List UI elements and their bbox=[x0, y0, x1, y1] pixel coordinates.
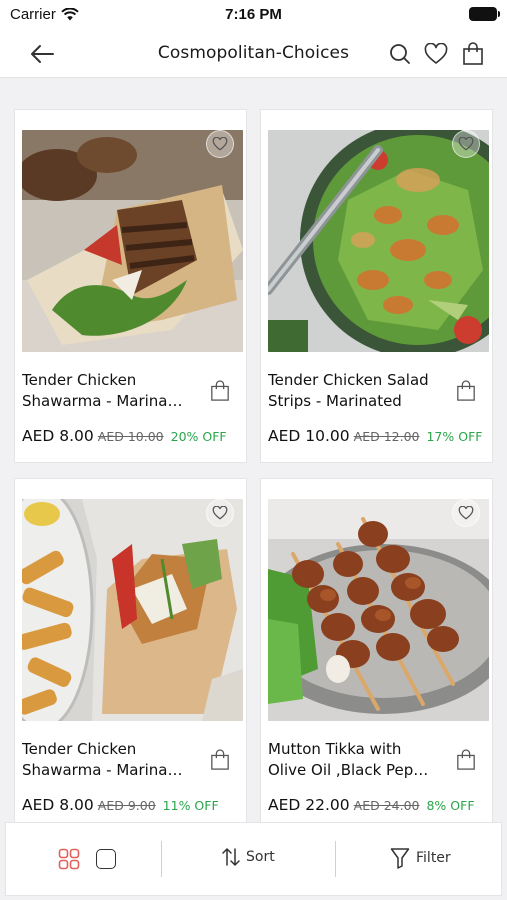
product-title-line1: Tender Chicken Salad bbox=[268, 371, 429, 389]
battery-icon bbox=[469, 7, 500, 21]
shopping-bag-icon bbox=[457, 380, 475, 401]
status-bar: Carrier 7:16 PM bbox=[0, 0, 507, 30]
bottom-action-bar: Sort Filter bbox=[5, 822, 502, 896]
card-wishlist-button[interactable] bbox=[206, 499, 234, 527]
filter-icon bbox=[390, 848, 410, 869]
mutton-tikka-photo bbox=[268, 499, 489, 721]
price-row: AED 22.00 AED 24.00 8% OFF bbox=[268, 796, 475, 814]
search-button[interactable] bbox=[385, 39, 415, 69]
add-to-cart-button[interactable] bbox=[454, 378, 478, 404]
current-price: AED 22.00 bbox=[268, 796, 350, 814]
grid-view-icon bbox=[58, 848, 80, 870]
card-wishlist-button[interactable] bbox=[206, 130, 234, 158]
product-title-line2: Shawarma - Marina… bbox=[22, 392, 183, 410]
product-image[interactable] bbox=[22, 130, 243, 352]
wishlist-button[interactable] bbox=[421, 39, 451, 69]
discount-badge: 8% OFF bbox=[426, 798, 475, 813]
product-image[interactable] bbox=[268, 499, 489, 721]
navigation-bar: Cosmopolitan-Choices bbox=[0, 30, 507, 78]
chicken-salad-photo bbox=[268, 130, 489, 352]
current-price: AED 10.00 bbox=[268, 427, 350, 445]
product-card[interactable]: Mutton Tikka with Olive Oil ,Black Pep… … bbox=[260, 478, 493, 832]
current-price: AED 8.00 bbox=[22, 796, 94, 814]
price-row: AED 8.00 AED 9.00 11% OFF bbox=[22, 796, 219, 814]
product-title-line2: Olive Oil ,Black Pep… bbox=[268, 761, 429, 779]
shopping-bag-icon bbox=[457, 749, 475, 770]
chicken-shawarma-fries-photo bbox=[22, 499, 243, 721]
product-image[interactable] bbox=[268, 130, 489, 352]
discount-badge: 20% OFF bbox=[170, 429, 227, 444]
shopping-bag-icon bbox=[463, 42, 483, 65]
price-row: AED 10.00 AED 12.00 17% OFF bbox=[268, 427, 482, 445]
card-wishlist-button[interactable] bbox=[452, 130, 480, 158]
chicken-shawarma-photo bbox=[22, 130, 243, 352]
clock: 7:16 PM bbox=[225, 6, 282, 23]
sort-label: Sort bbox=[246, 849, 275, 865]
shopping-bag-icon bbox=[211, 749, 229, 770]
original-price: AED 12.00 bbox=[353, 429, 420, 444]
current-price: AED 8.00 bbox=[22, 427, 94, 445]
product-title-line1: Tender Chicken bbox=[22, 371, 137, 389]
heart-icon bbox=[458, 506, 474, 520]
heart-icon bbox=[212, 137, 228, 151]
sort-icon bbox=[222, 848, 240, 866]
product-title: Tender Chicken Shawarma - Marina… bbox=[22, 370, 194, 412]
product-card[interactable]: Tender Chicken Shawarma - Marina… AED 8.… bbox=[14, 109, 247, 463]
product-title-line2: Strips - Marinated bbox=[268, 392, 402, 410]
shopping-bag-icon bbox=[211, 380, 229, 401]
divider bbox=[335, 841, 336, 877]
discount-badge: 11% OFF bbox=[162, 798, 219, 813]
product-grid: Tender Chicken Shawarma - Marina… AED 8.… bbox=[7, 93, 500, 832]
grid-view-toggle[interactable] bbox=[58, 848, 80, 870]
product-title: Tender Chicken Salad Strips - Marinated bbox=[268, 370, 440, 412]
product-card[interactable]: Tender Chicken Salad Strips - Marinated … bbox=[260, 109, 493, 463]
product-image[interactable] bbox=[22, 499, 243, 721]
cart-button[interactable] bbox=[458, 39, 488, 69]
heart-icon bbox=[424, 43, 448, 64]
product-title-line1: Tender Chicken bbox=[22, 740, 137, 758]
original-price: AED 10.00 bbox=[97, 429, 164, 444]
heart-icon bbox=[212, 506, 228, 520]
product-title: Mutton Tikka with Olive Oil ,Black Pep… bbox=[268, 739, 440, 781]
filter-button[interactable]: Filter bbox=[390, 847, 451, 869]
discount-badge: 17% OFF bbox=[426, 429, 483, 444]
add-to-cart-button[interactable] bbox=[208, 378, 232, 404]
single-view-toggle[interactable] bbox=[96, 849, 116, 869]
product-title: Tender Chicken Shawarma - Marina… bbox=[22, 739, 194, 781]
original-price: AED 9.00 bbox=[97, 798, 156, 813]
search-icon bbox=[390, 44, 410, 64]
product-title-line1: Mutton Tikka with bbox=[268, 740, 402, 758]
price-row: AED 8.00 AED 10.00 20% OFF bbox=[22, 427, 227, 445]
add-to-cart-button[interactable] bbox=[208, 747, 232, 773]
divider bbox=[161, 841, 162, 877]
heart-icon bbox=[458, 137, 474, 151]
card-wishlist-button[interactable] bbox=[452, 499, 480, 527]
add-to-cart-button[interactable] bbox=[454, 747, 478, 773]
original-price: AED 24.00 bbox=[353, 798, 420, 813]
filter-label: Filter bbox=[416, 850, 451, 866]
sort-button[interactable]: Sort bbox=[222, 847, 275, 867]
product-card[interactable]: Tender Chicken Shawarma - Marina… AED 8.… bbox=[14, 478, 247, 832]
product-title-line2: Shawarma - Marina… bbox=[22, 761, 183, 779]
